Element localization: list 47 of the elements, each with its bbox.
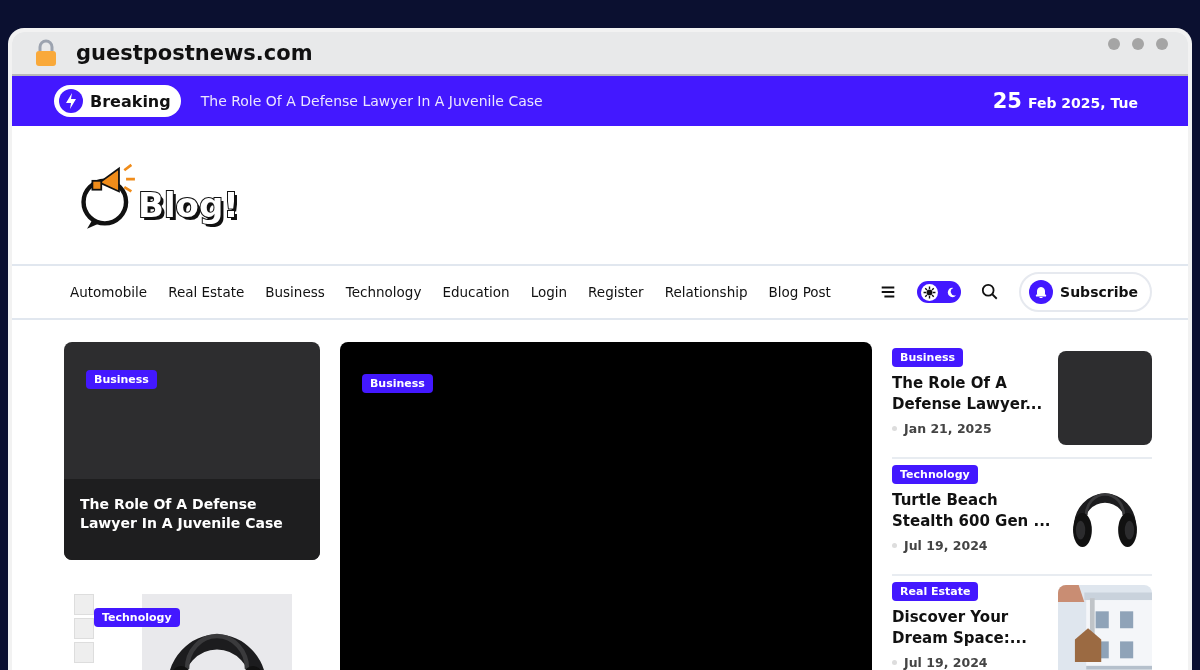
- bullet-dot: [892, 660, 898, 665]
- sun-icon: [921, 283, 939, 301]
- thumbnail[interactable]: [1058, 351, 1152, 445]
- search-icon[interactable]: [981, 283, 1000, 301]
- post-date: Jul 19, 2024: [904, 538, 988, 553]
- category-tag[interactable]: Technology: [892, 465, 978, 484]
- post-title[interactable]: The Role Of A Defense Lawyer...: [892, 373, 1053, 415]
- lock-icon: [34, 39, 58, 67]
- moon-icon: [946, 286, 958, 298]
- nav-link[interactable]: Relationship: [664, 284, 748, 300]
- url-text[interactable]: guestpostnews.com: [76, 41, 313, 65]
- nav-link[interactable]: Blog Post: [768, 284, 831, 300]
- bullet-dot: [892, 426, 898, 431]
- category-tag[interactable]: Business: [361, 374, 433, 393]
- nav-link[interactable]: Register: [588, 284, 644, 300]
- logo-text[interactable]: Blog!: [138, 185, 239, 225]
- nav-link[interactable]: Education: [442, 284, 510, 300]
- video-panel[interactable]: Business: [339, 342, 873, 670]
- theme-toggle[interactable]: [917, 281, 962, 303]
- category-tag[interactable]: Technology: [94, 608, 180, 627]
- subscribe-button[interactable]: Subscribe: [1019, 272, 1152, 312]
- date-day: 25: [992, 89, 1022, 113]
- nav-link[interactable]: Automobile: [70, 284, 148, 300]
- thumbnail[interactable]: [74, 642, 94, 663]
- date-text: Feb 2025, Tue: [1027, 95, 1138, 111]
- category-tag[interactable]: Business: [892, 348, 963, 367]
- feature-card[interactable]: Business The Role Of A Defense Lawyer In A Juvenile Case: [64, 342, 320, 560]
- post-date: Jul 19, 2024: [904, 655, 988, 670]
- window-dot[interactable]: [1132, 38, 1144, 50]
- window-dot[interactable]: [1108, 38, 1120, 50]
- post-title[interactable]: Turtle Beach Stealth 600 Gen ...: [892, 490, 1053, 532]
- bullet-dot: [892, 543, 898, 548]
- category-tag[interactable]: Real Estate: [892, 582, 979, 601]
- post-title[interactable]: Discover Your Dream Space:...: [892, 607, 1053, 649]
- category-tag[interactable]: Business: [86, 370, 157, 389]
- post-date: Jan 21, 2025: [904, 421, 992, 436]
- thumbnail[interactable]: [74, 618, 94, 639]
- breaking-text: Breaking: [90, 91, 171, 111]
- nav-link[interactable]: Technology: [345, 284, 422, 300]
- lightning-icon: [59, 89, 83, 113]
- nav-link[interactable]: Login: [530, 284, 568, 300]
- headline-link[interactable]: The Role Of A Defense Lawyer In A Juvenile Case: [200, 93, 543, 109]
- thumbnail[interactable]: [74, 594, 94, 615]
- nav-link[interactable]: Real Estate: [168, 284, 245, 300]
- window-dot[interactable]: [1156, 38, 1168, 50]
- bell-icon: [1029, 280, 1054, 304]
- nav-link[interactable]: Business: [265, 284, 325, 300]
